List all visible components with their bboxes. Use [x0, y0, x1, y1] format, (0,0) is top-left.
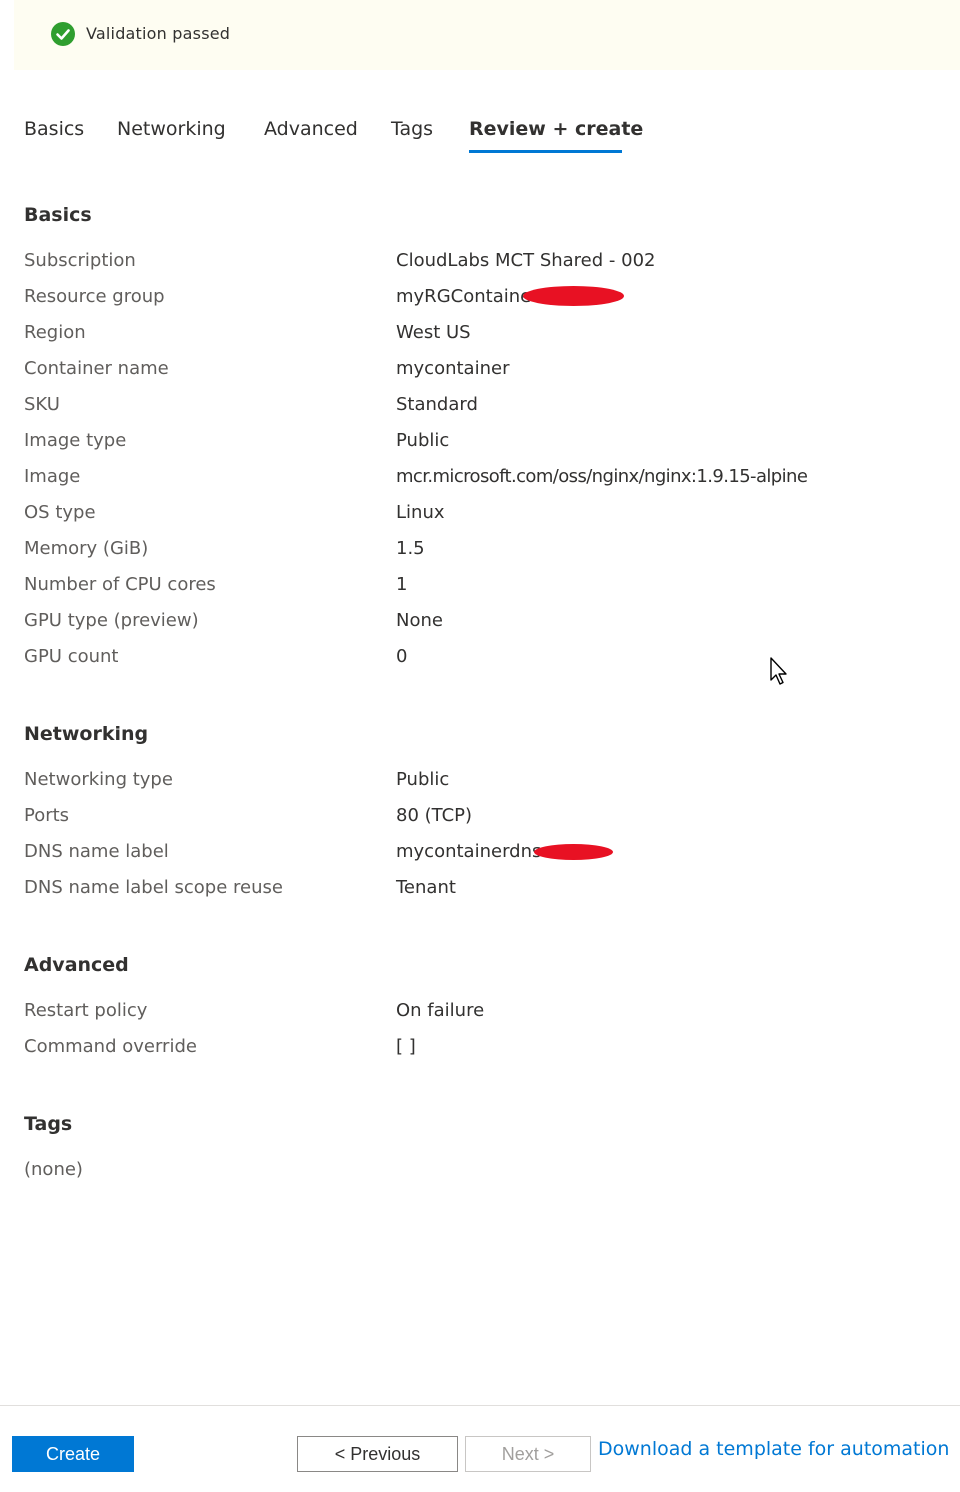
- value-ports: 80 (TCP): [396, 805, 473, 826]
- label-container-name: Container name: [24, 358, 169, 379]
- validation-message: Validation passed: [86, 24, 231, 43]
- label-dns-scope-reuse: DNS name label scope reuse: [24, 877, 283, 898]
- label-os-type: OS type: [24, 502, 96, 523]
- check-circle-icon: [51, 22, 75, 46]
- tab-tags[interactable]: Tags: [391, 118, 433, 140]
- section-title-networking: Networking: [24, 723, 149, 745]
- tab-networking[interactable]: Networking: [117, 118, 226, 140]
- value-gpu-count: 0: [396, 646, 408, 667]
- label-image-type: Image type: [24, 430, 127, 451]
- label-cpu-cores: Number of CPU cores: [24, 574, 216, 595]
- label-gpu-type: GPU type (preview): [24, 610, 199, 631]
- value-cpu-cores: 1: [396, 574, 408, 595]
- label-ports: Ports: [24, 805, 70, 826]
- active-tab-indicator: [469, 150, 622, 153]
- create-button[interactable]: Create: [12, 1436, 134, 1472]
- value-networking-type: Public: [396, 769, 450, 790]
- section-title-advanced: Advanced: [24, 954, 129, 976]
- label-dns-name-label: DNS name label: [24, 841, 169, 862]
- label-subscription: Subscription: [24, 250, 136, 271]
- tab-advanced[interactable]: Advanced: [264, 118, 358, 140]
- next-button: Next >: [465, 1436, 591, 1472]
- value-restart-policy: On failure: [396, 1000, 485, 1021]
- value-dns-name-label: mycontainerdns: [396, 841, 542, 862]
- footer-divider: [0, 1405, 960, 1406]
- value-sku: Standard: [396, 394, 478, 415]
- previous-button[interactable]: < Previous: [297, 1436, 458, 1472]
- redaction-mark: [523, 286, 624, 306]
- section-title-basics: Basics: [24, 204, 92, 226]
- value-container-name: mycontainer: [396, 358, 510, 379]
- value-region: West US: [396, 322, 471, 343]
- value-gpu-type: None: [396, 610, 443, 631]
- value-memory: 1.5: [396, 538, 425, 559]
- download-template-link[interactable]: Download a template for automation: [598, 1438, 949, 1460]
- label-image: Image: [24, 466, 81, 487]
- value-subscription: CloudLabs MCT Shared - 002: [396, 250, 656, 271]
- value-command-override: [ ]: [396, 1036, 416, 1057]
- label-memory: Memory (GiB): [24, 538, 149, 559]
- label-region: Region: [24, 322, 86, 343]
- tab-basics[interactable]: Basics: [24, 118, 84, 140]
- mouse-cursor-icon: [769, 656, 791, 692]
- validation-banner: Validation passed: [14, 0, 960, 70]
- label-sku: SKU: [24, 394, 60, 415]
- label-networking-type: Networking type: [24, 769, 173, 790]
- section-title-tags: Tags: [24, 1113, 73, 1135]
- label-resource-group: Resource group: [24, 286, 165, 307]
- value-os-type: Linux: [396, 502, 445, 523]
- redaction-mark: [534, 844, 613, 860]
- label-restart-policy: Restart policy: [24, 1000, 148, 1021]
- label-command-override: Command override: [24, 1036, 197, 1057]
- tab-review-create[interactable]: Review + create: [469, 118, 643, 140]
- tags-empty-text: (none): [24, 1159, 83, 1180]
- value-dns-scope-reuse: Tenant: [396, 877, 456, 898]
- value-image: mcr.microsoft.com/oss/nginx/nginx:1.9.15…: [396, 466, 808, 487]
- value-resource-group: myRGContaine: [396, 286, 532, 307]
- value-image-type: Public: [396, 430, 450, 451]
- label-gpu-count: GPU count: [24, 646, 119, 667]
